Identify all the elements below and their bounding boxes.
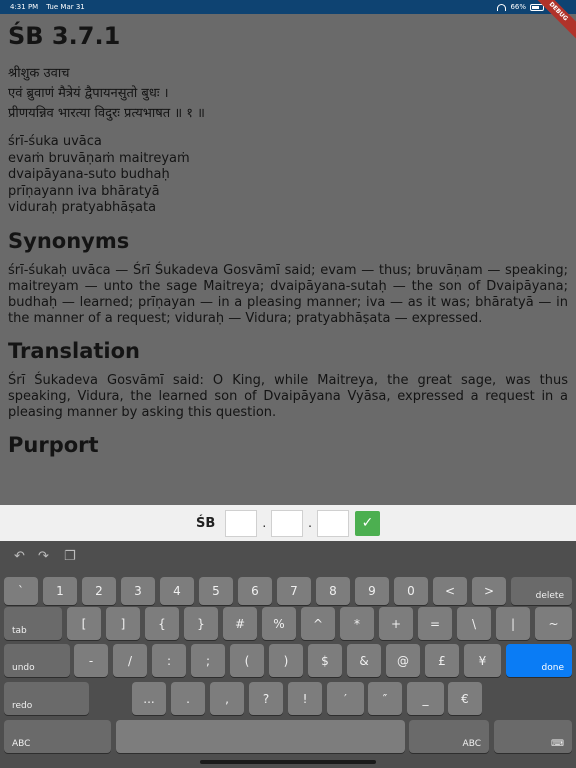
- key[interactable]: €: [448, 682, 482, 715]
- key[interactable]: \: [457, 607, 491, 640]
- transliteration-line: dvaipāyana-suto budhaḥ: [8, 167, 170, 182]
- app-root: 4:31 PM Tue Mar 31 66% DEBUG ŚB 3.7.1 श्…: [0, 0, 576, 768]
- status-right: 66%: [497, 3, 544, 11]
- home-indicator: [200, 760, 376, 764]
- key[interactable]: !: [288, 682, 322, 715]
- key[interactable]: ′: [327, 682, 364, 715]
- key[interactable]: $: [308, 644, 342, 677]
- key[interactable]: ^: [301, 607, 335, 640]
- key[interactable]: _: [407, 682, 444, 715]
- key[interactable]: {: [145, 607, 179, 640]
- key[interactable]: <: [433, 577, 467, 605]
- key[interactable]: 9: [355, 577, 389, 605]
- keyboard-toolbar: ↶ ↷ ❐: [0, 541, 576, 573]
- devanagari-text: श्रीशुक उवाच एवं ब्रुवाणं मैत्रेयं द्वैप…: [8, 64, 568, 124]
- paste-icon[interactable]: ❐: [64, 549, 76, 564]
- done-key[interactable]: done: [506, 644, 572, 677]
- devanagari-line: श्रीशुक उवाच: [8, 66, 70, 81]
- key[interactable]: %: [262, 607, 296, 640]
- key[interactable]: 3: [121, 577, 155, 605]
- key[interactable]: :: [152, 644, 186, 677]
- space-key[interactable]: [116, 720, 405, 753]
- key[interactable]: >: [472, 577, 506, 605]
- key[interactable]: ;: [191, 644, 225, 677]
- key[interactable]: ?: [249, 682, 283, 715]
- key[interactable]: £: [425, 644, 459, 677]
- verse-content: ŚB 3.7.1 श्रीशुक उवाच एवं ब्रुवाणं मैत्र…: [8, 14, 568, 463]
- key[interactable]: &: [347, 644, 381, 677]
- status-bar: 4:31 PM Tue Mar 31 66%: [0, 0, 576, 14]
- tab-key[interactable]: tab: [4, 607, 62, 640]
- key[interactable]: .: [171, 682, 205, 715]
- key[interactable]: 5: [199, 577, 233, 605]
- synonyms-text: śrī-śukaḥ uvāca — Śrī Śukadeva Gosvāmī s…: [8, 262, 568, 326]
- key[interactable]: `: [4, 577, 38, 605]
- key[interactable]: 1: [43, 577, 77, 605]
- transliteration-line: evaṁ bruvāṇaṁ maitreyaṁ: [8, 150, 190, 166]
- jump-bar-label: ŚB: [196, 515, 216, 531]
- abc-key-right[interactable]: ABC: [409, 720, 489, 753]
- key[interactable]: ~: [535, 607, 572, 640]
- key[interactable]: 4: [160, 577, 194, 605]
- undo-key[interactable]: undo: [4, 644, 70, 677]
- key[interactable]: ″: [368, 682, 402, 715]
- synonyms-heading: Synonyms: [8, 228, 130, 253]
- keyboard-dismiss-icon[interactable]: ⌨: [494, 720, 572, 753]
- transliteration-line: śrī-śuka uvāca: [8, 134, 102, 149]
- verse-input[interactable]: [316, 509, 349, 537]
- key[interactable]: -: [74, 644, 108, 677]
- key[interactable]: [: [67, 607, 101, 640]
- transliteration-line: viduraḥ pratyabhāṣata: [8, 200, 157, 215]
- key[interactable]: =: [418, 607, 452, 640]
- translation-heading: Translation: [8, 338, 140, 363]
- key[interactable]: 6: [238, 577, 272, 605]
- verse-title: ŚB 3.7.1: [8, 22, 121, 50]
- key[interactable]: ]: [106, 607, 140, 640]
- verse-jump-bar: ŚB . . ✓: [0, 505, 576, 541]
- abc-key-left[interactable]: ABC: [4, 720, 111, 753]
- wifi-icon: [497, 3, 507, 11]
- status-date: Tue Mar 31: [46, 3, 85, 11]
- purport-heading: Purport: [8, 432, 99, 457]
- transliteration-text: śrī-śuka uvāca evaṁ bruvāṇaṁ maitreyaṁ d…: [8, 134, 568, 217]
- key[interactable]: +: [379, 607, 413, 640]
- battery-percent: 66%: [510, 3, 526, 11]
- key[interactable]: (: [230, 644, 264, 677]
- key[interactable]: 7: [277, 577, 311, 605]
- onscreen-keyboard: ↶ ↷ ❐ ` 1 2 3 4 5 6 7 8 9 0 < > delete t…: [0, 541, 576, 768]
- key[interactable]: |: [496, 607, 530, 640]
- key[interactable]: ): [269, 644, 303, 677]
- check-icon: ✓: [361, 515, 374, 531]
- key[interactable]: 8: [316, 577, 350, 605]
- key[interactable]: #: [223, 607, 257, 640]
- key[interactable]: 0: [394, 577, 428, 605]
- status-time: 4:31 PM: [10, 3, 39, 11]
- key[interactable]: @: [386, 644, 420, 677]
- confirm-button[interactable]: ✓: [354, 510, 380, 536]
- separator-dot: .: [262, 516, 267, 530]
- chapter-input[interactable]: [271, 509, 304, 537]
- redo-key[interactable]: redo: [4, 682, 89, 715]
- key[interactable]: *: [340, 607, 374, 640]
- key[interactable]: ¥: [464, 644, 501, 677]
- key[interactable]: 2: [82, 577, 116, 605]
- key[interactable]: /: [113, 644, 147, 677]
- canto-input[interactable]: [225, 509, 258, 537]
- separator-dot: .: [308, 516, 312, 530]
- key[interactable]: ,: [210, 682, 244, 715]
- translation-text: Śrī Śukadeva Gosvāmī said: O King, while…: [8, 372, 568, 420]
- transliteration-line: prīṇayann iva bhāratyā: [8, 183, 160, 199]
- redo-icon[interactable]: ↷: [38, 549, 49, 564]
- key[interactable]: }: [184, 607, 218, 640]
- devanagari-line: एवं ब्रुवाणं मैत्रेयं द्वैपायनसुतो बुधः …: [8, 86, 169, 101]
- key[interactable]: ...: [132, 682, 166, 715]
- undo-icon[interactable]: ↶: [14, 549, 25, 564]
- devanagari-line: प्रीणयन्निव भारत्या विदुरः प्रत्यभाषत ॥ …: [8, 106, 205, 121]
- delete-key[interactable]: delete: [511, 577, 572, 605]
